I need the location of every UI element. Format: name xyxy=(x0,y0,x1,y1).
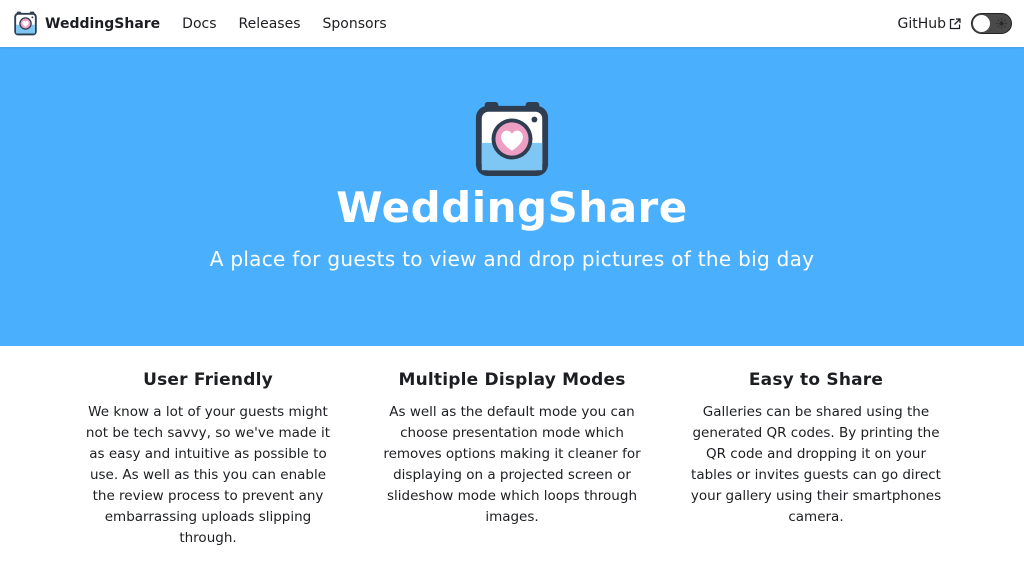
github-label: GitHub xyxy=(897,15,946,32)
feature-title: Easy to Share xyxy=(748,370,884,390)
feature-text: We know a lot of your guests might not b… xyxy=(85,404,331,546)
external-link-icon xyxy=(949,17,961,29)
theme-toggle[interactable] xyxy=(971,13,1012,34)
feature-text: Galleries can be shared using the genera… xyxy=(690,404,942,525)
hero-title: WeddingShare xyxy=(336,183,688,232)
feature-title: User Friendly xyxy=(143,370,273,390)
github-link[interactable]: GitHub xyxy=(897,16,961,32)
toggle-knob xyxy=(973,15,990,32)
camera-heart-icon xyxy=(14,11,37,36)
feature-title: Multiple Display Modes xyxy=(398,370,626,390)
brand-title: WeddingShare xyxy=(45,15,161,32)
sun-icon xyxy=(996,18,1007,29)
nav-link-sponsors[interactable]: Sponsors xyxy=(312,16,398,32)
brand-link[interactable]: WeddingShare xyxy=(13,11,160,36)
hero-subtitle: A place for guests to view and drop pict… xyxy=(209,247,815,271)
feature-user-friendly: User Friendly We know a lot of your gues… xyxy=(78,370,338,549)
feature-display-modes: Multiple Display Modes As well as the de… xyxy=(382,370,642,528)
features-section: User Friendly We know a lot of your gues… xyxy=(0,346,1024,576)
feature-text: As well as the default mode you can choo… xyxy=(383,404,641,525)
feature-easy-share: Easy to Share Galleries can be shared us… xyxy=(686,370,946,528)
hero-banner: WeddingShare A place for guests to view … xyxy=(0,47,1024,346)
nav-links: Docs Releases Sponsors xyxy=(171,16,397,32)
nav-link-releases[interactable]: Releases xyxy=(228,16,312,32)
nav-link-docs[interactable]: Docs xyxy=(171,16,227,32)
navbar: WeddingShare Docs Releases Sponsors GitH… xyxy=(0,0,1024,47)
camera-heart-icon xyxy=(475,101,549,177)
nav-right: GitHub xyxy=(897,13,1012,34)
